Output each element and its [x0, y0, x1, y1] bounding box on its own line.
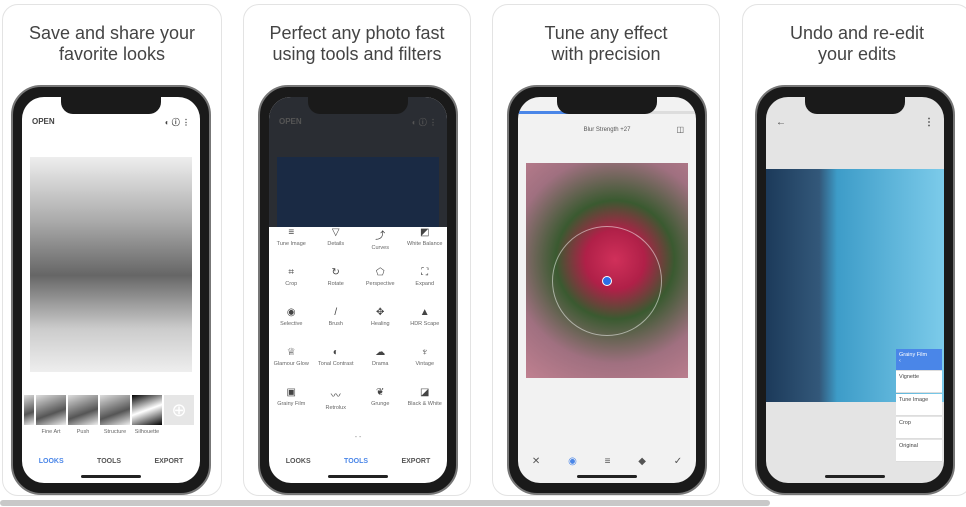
screenshot-card-1: Save and share your favorite looks OPEN ◐… — [2, 4, 222, 496]
caption: Tune any effect with precision — [544, 23, 668, 64]
tool-icon: ♕ — [286, 347, 296, 358]
tool-icon: ⬠ — [375, 267, 385, 278]
open-button[interactable]: OPEN — [32, 117, 55, 128]
status-label: Blur Strength +27 — [583, 127, 631, 133]
tool-item[interactable]: ⤴ Curves — [358, 227, 403, 257]
tool-item[interactable]: ▣ Grainy Film — [269, 387, 314, 417]
tool-item[interactable]: ☁ Drama — [358, 347, 403, 377]
tool-item[interactable]: ⬠ Perspective — [358, 267, 403, 297]
tool-icon: ✥ — [376, 307, 385, 318]
photo — [30, 157, 192, 372]
style-icon[interactable]: ◆ — [638, 456, 646, 467]
screenshot-card-3: Tune any effect with precision Blur Stre… — [492, 4, 720, 496]
tool-icon: ◉ — [286, 307, 296, 318]
screenshot-card-4: Undo and re-edit your edits ← ⋮ Grainy Fi… — [742, 4, 966, 496]
open-button[interactable]: OPEN — [279, 117, 302, 128]
tool-item[interactable]: ❦ Grunge — [358, 387, 403, 417]
tool-icon: 〰 — [330, 391, 341, 402]
tool-icon: ❦ — [376, 387, 385, 398]
stack-item[interactable]: Tune Image — [896, 394, 942, 416]
tool-icon: ⌗ — [288, 267, 295, 278]
back-icon[interactable]: ← — [776, 117, 786, 128]
tool-item[interactable]: ⌗ Crop — [269, 267, 314, 297]
tool-icon: ◐ — [332, 347, 339, 358]
look-item[interactable]: Push — [68, 395, 98, 435]
stack-item[interactable]: Vignette — [896, 371, 942, 393]
tool-item[interactable]: / Brush — [314, 307, 359, 337]
more-icon[interactable]: ⋮ — [924, 117, 934, 128]
screenshot-card-2: Perfect any photo fast using tools and f… — [243, 4, 471, 496]
tool-item[interactable]: ♕ Glamour Glow — [269, 347, 314, 377]
look-item[interactable]: Silhouette — [132, 395, 162, 435]
tools-grid: ≡ Tune Image ▽ Details ⤴ Curves ◩ White Balance… — [269, 227, 447, 417]
compare-icon[interactable]: ◫ — [676, 125, 684, 134]
tool-item[interactable]: 〰 Retrolux — [314, 387, 359, 417]
tool-icon: ▣ — [286, 387, 296, 398]
tune-icon[interactable]: ≡ — [605, 456, 611, 467]
phone: OPEN ◐ ⓘ ⋮ Fine Art Push Structure Silhou… — [11, 85, 211, 495]
looks-strip: Fine Art Push Structure Silhouette ⊕ — [24, 395, 194, 435]
tool-item[interactable]: ▽ Details — [314, 227, 359, 257]
tool-item[interactable]: ♆ Vintage — [403, 347, 448, 377]
plus-circle-icon[interactable]: ⊕ — [164, 395, 194, 435]
tool-item[interactable]: ▲ HDR Scape — [403, 307, 448, 337]
tool-icon: ◩ — [420, 227, 430, 238]
cancel-icon[interactable]: ✕ — [532, 456, 540, 467]
caption: Save and share your favorite looks — [28, 23, 196, 64]
tool-icon: ⛶ — [421, 267, 429, 278]
stack-header[interactable]: Grainy Film ‹ — [896, 349, 942, 371]
apply-icon[interactable]: ✓ — [674, 456, 682, 467]
tool-item[interactable]: ≡ Tune Image — [269, 227, 314, 257]
look-item[interactable]: Structure — [100, 395, 130, 435]
tool-item[interactable]: ✥ Healing — [358, 307, 403, 337]
selective-icon[interactable]: ◉ — [568, 456, 577, 467]
nav-looks[interactable]: LOOKS — [39, 458, 64, 465]
stack-item[interactable]: Original — [896, 440, 942, 462]
tool-item[interactable]: ◉ Selective — [269, 307, 314, 337]
stack-item[interactable]: Crop — [896, 417, 942, 439]
tool-icon: ↻ — [331, 267, 340, 278]
look-item[interactable]: Fine Art — [36, 395, 66, 435]
nav-tools[interactable]: TOOLS — [97, 458, 121, 465]
tool-icon: ▲ — [419, 307, 430, 318]
tool-icon: ⤴ — [375, 231, 386, 242]
tool-icon: ◪ — [420, 387, 430, 398]
tool-item[interactable]: ◐ Tonal Contrast — [314, 347, 359, 377]
nav-tools[interactable]: TOOLS — [344, 458, 368, 465]
nav-export[interactable]: EXPORT — [154, 458, 183, 465]
tool-icon: ≡ — [288, 227, 295, 238]
nav-looks[interactable]: LOOKS — [286, 458, 311, 465]
tool-icon: ☁ — [375, 347, 386, 358]
tool-item[interactable]: ◩ White Balance — [403, 227, 448, 257]
nav-export[interactable]: EXPORT — [401, 458, 430, 465]
phone: OPEN ◐ ⓘ ⋮ ≡ Tune Image ▽ Details ⤴ Curves ◩ Whi… — [258, 85, 458, 495]
phone: Blur Strength +27 ◫ ✕ ◉ ≡ ◆ ✓ — [507, 85, 707, 495]
phone: ← ⋮ Grainy Film ‹ Vignette Tune Image Crop… — [755, 85, 955, 495]
menu-icons[interactable]: ◐ ⓘ ⋮ — [165, 117, 190, 128]
tool-icon: ♆ — [421, 347, 429, 358]
tool-icon: ▽ — [331, 227, 340, 238]
caption: Undo and re-edit your edits — [789, 23, 925, 64]
horizontal-scrollbar[interactable] — [0, 500, 770, 506]
photo — [526, 163, 688, 378]
caption: Perfect any photo fast using tools and f… — [269, 23, 445, 64]
tool-item[interactable]: ◪ Black & White — [403, 387, 448, 417]
tool-item[interactable]: ⛶ Expand — [403, 267, 448, 297]
tool-item[interactable]: ↻ Rotate — [314, 267, 359, 297]
tool-icon: / — [334, 307, 338, 318]
